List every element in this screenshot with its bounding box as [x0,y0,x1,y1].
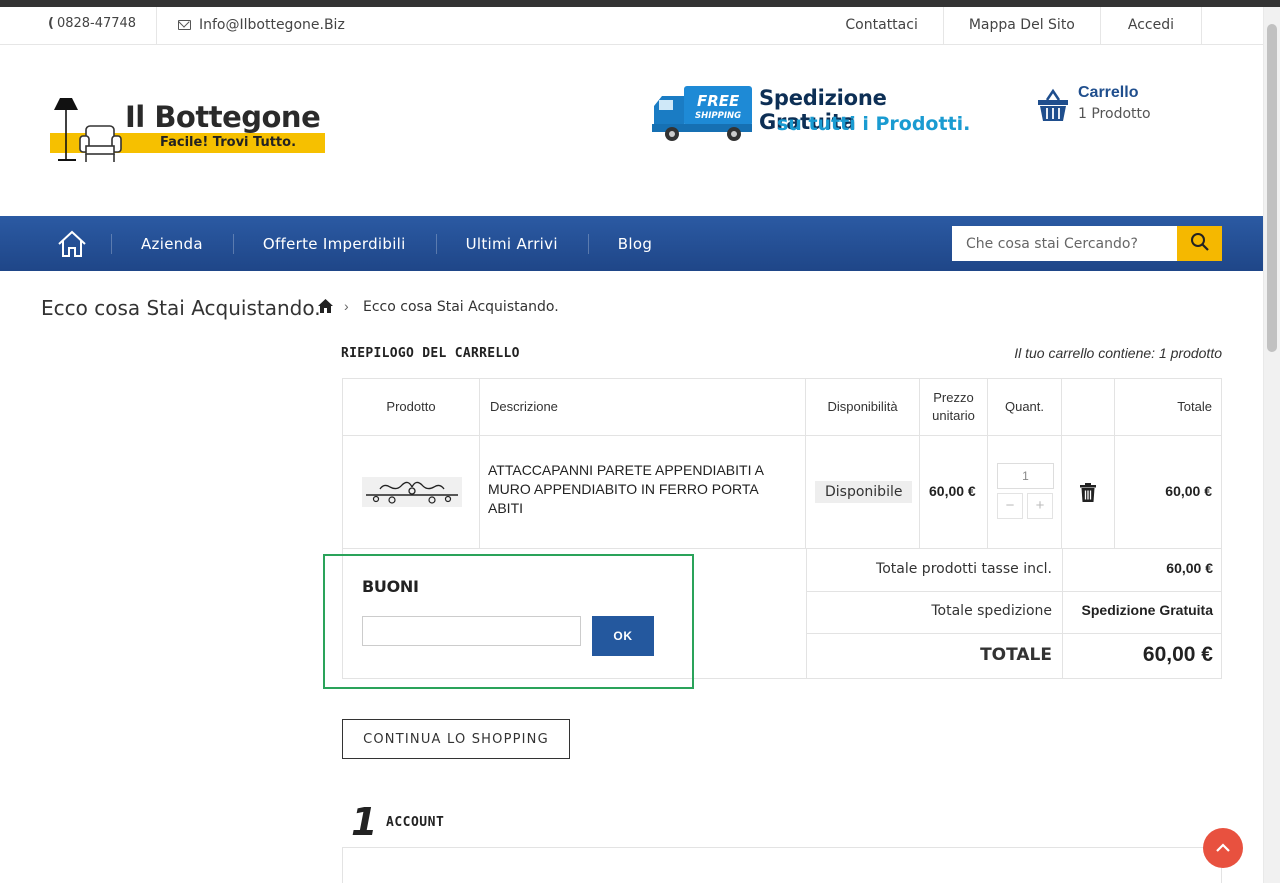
totals-row-line [806,633,1222,634]
search-bar [952,226,1222,261]
shopping-basket-icon[interactable] [1036,88,1070,122]
truck-badge-shipping: SHIPPING [695,111,741,121]
logo-tagline: Facile! Trovi Tutto. [160,135,297,150]
cart-count: 1 Prodotto [1078,106,1151,122]
home-icon[interactable] [56,229,88,259]
login-link[interactable]: Accedi [1099,7,1202,45]
product-thumbnail[interactable] [362,477,462,507]
header-delete [1062,379,1115,436]
back-to-top-button[interactable] [1203,828,1243,868]
cart-summary-count: Il tuo carrello contiene: 1 prodotto [1014,345,1222,361]
search-button[interactable] [1177,226,1222,261]
header-unit-price: Prezzo unitario [920,379,988,436]
breadcrumb-separator: › [344,298,349,314]
quantity-input[interactable]: 1 [997,463,1054,489]
checkout-step-number: 1 [351,800,378,844]
lamp-armchair-icon [54,98,122,162]
sitemap-link[interactable]: Mappa Del Sito [942,7,1100,45]
page-title: Ecco cosa Stai Acquistando. [41,296,321,320]
totals-row-line [806,591,1222,592]
envelope-icon [178,20,191,30]
voucher-ok-button[interactable]: OK [592,616,654,656]
shipping-line-2: su tutti i Prodotti. [777,113,971,135]
phone-number: 0828-47748 [56,16,137,31]
line-total: 60,00 € [1165,483,1212,499]
header-unit-price-line2: unitario [932,408,975,423]
checkout-step-panel [342,847,1222,883]
total-shipping-label: Totale spedizione [931,603,1052,619]
header-product: Prodotto [343,379,480,436]
total-products-value: 60,00 € [1166,560,1213,576]
total-products-label: Totale prodotti tasse incl. [876,561,1052,577]
grand-total-label: TOTALE [980,645,1052,665]
voucher-title: BUONI [362,577,419,596]
search-input[interactable] [952,226,1177,261]
nav-item-offerte[interactable]: Offerte Imperdibili [232,216,436,271]
header-total: Totale [1115,379,1222,436]
logo-title: Il Bottegone [125,100,321,134]
truck-badge-free: FREE [697,92,740,110]
topbar-links: Contattaci Mappa Del Sito Accedi [820,7,1202,45]
quantity-decrease-button[interactable]: − [997,493,1023,519]
delivery-truck-icon: FREE SHIPPING [652,86,752,141]
unit-price: 60,00 € [929,483,976,499]
voucher-box: BUONI OK [323,554,694,689]
header-unit-price-line1: Prezzo [933,390,974,405]
availability-badge: Disponibile [815,481,913,503]
continue-shopping-button[interactable]: CONTINUA LO SHOPPING [342,719,570,759]
quantity-increase-button[interactable]: + [1027,493,1053,519]
browser-top-strip [0,0,1280,7]
free-shipping-banner: FREE SHIPPING Spedizione Gratuita su tut… [650,84,980,144]
nav-items: Azienda Offerte Imperdibili Ultimi Arriv… [111,216,682,271]
email-contact[interactable]: Info@Ilbottegone.Biz [178,17,345,33]
search-icon [1190,233,1209,251]
product-description[interactable]: ATTACCAPANNI PARETE APPENDIABITI A MURO … [488,461,788,518]
checkout-step-title: ACCOUNT [386,815,445,830]
cart-summary-title: RIEPILOGO DEL CARRELLO [341,346,520,361]
product-image-cell [343,436,480,549]
total-shipping-value: Spedizione Gratuita [1081,602,1213,618]
cart-title[interactable]: Carrello [1078,84,1138,102]
phone-contact: (0828-47748 [48,16,136,31]
email-address[interactable]: Info@Ilbottegone.Biz [199,17,345,33]
header-quantity: Quant. [988,379,1062,436]
trash-icon[interactable] [1080,483,1096,502]
grand-total-value: 60,00 € [1142,643,1213,666]
header-availability: Disponibilità [806,379,920,436]
header-description: Descrizione [480,379,806,436]
voucher-code-input[interactable] [362,616,581,646]
chevron-up-icon [1216,843,1230,852]
nav-item-blog[interactable]: Blog [587,216,682,271]
nav-item-azienda[interactable]: Azienda [111,216,233,271]
phone-icon: ( [48,16,54,31]
breadcrumb-current: Ecco cosa Stai Acquistando. [363,299,559,315]
breadcrumb-home-icon[interactable] [318,299,333,313]
scrollbar-thumb[interactable] [1267,24,1277,352]
contact-link[interactable]: Contattaci [820,7,942,45]
nav-item-ultimi-arrivi[interactable]: Ultimi Arrivi [435,216,588,271]
page-scrollbar[interactable] [1263,7,1280,883]
topbar-divider [156,7,157,45]
site-logo[interactable]: Il Bottegone Facile! Trovi Tutto. [48,96,328,166]
top-bar: (0828-47748 Info@Ilbottegone.Biz Contatt… [0,7,1263,45]
